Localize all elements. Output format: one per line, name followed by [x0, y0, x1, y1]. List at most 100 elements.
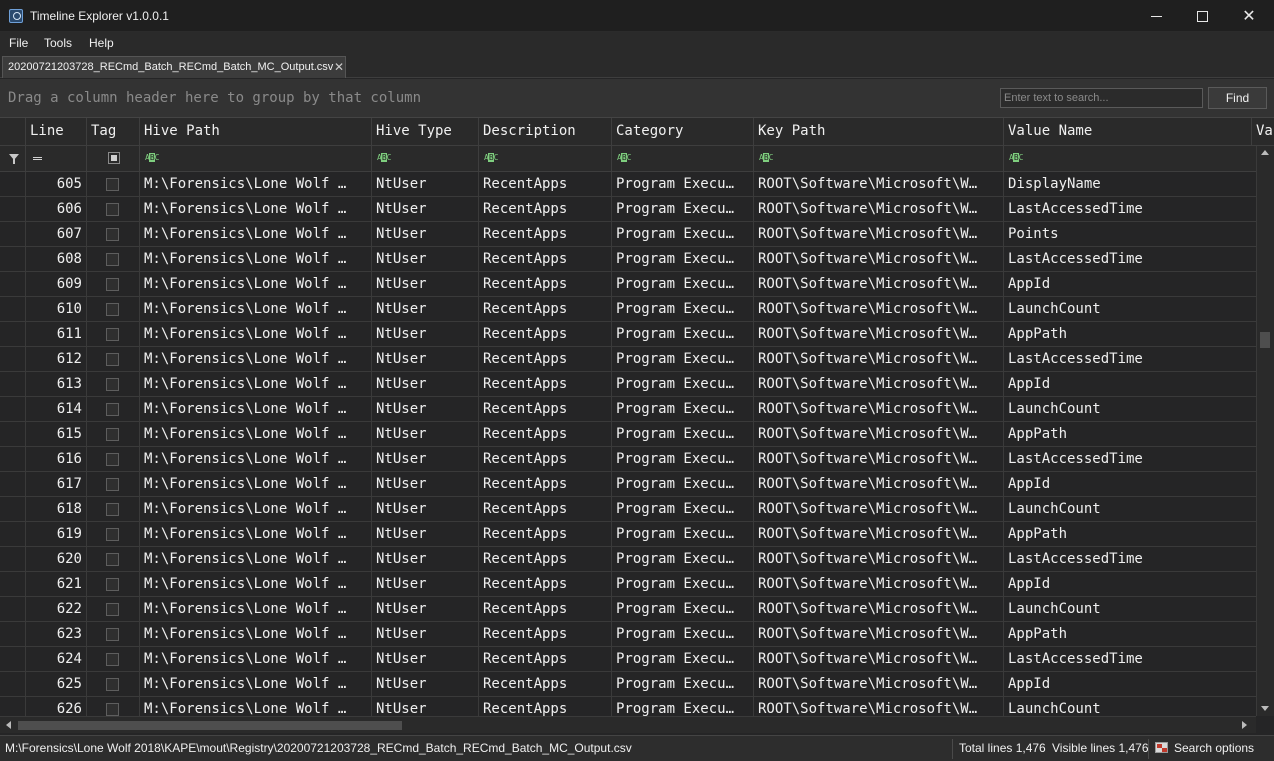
- row-indicator[interactable]: [0, 397, 26, 422]
- table-row[interactable]: 610 M:\Forensics\Lone Wolf … NtUser RecentA…: [0, 297, 1256, 322]
- cell-tag[interactable]: [87, 472, 140, 497]
- column-header-hive-path[interactable]: Hive Path: [140, 118, 372, 146]
- table-row[interactable]: 605 M:\Forensics\Lone Wolf … NtUser RecentA…: [0, 172, 1256, 197]
- table-row[interactable]: 616 M:\Forensics\Lone Wolf … NtUser RecentA…: [0, 447, 1256, 472]
- table-row[interactable]: 620 M:\Forensics\Lone Wolf … NtUser RecentA…: [0, 547, 1256, 572]
- horizontal-scroll-thumb[interactable]: [18, 721, 402, 730]
- row-indicator[interactable]: [0, 372, 26, 397]
- cell-tag[interactable]: [87, 347, 140, 372]
- group-by-hint[interactable]: Drag a column header here to group by th…: [8, 90, 421, 106]
- row-indicator[interactable]: [0, 697, 26, 716]
- cell-tag[interactable]: [87, 197, 140, 222]
- cell-tag[interactable]: [87, 222, 140, 247]
- row-indicator[interactable]: [0, 272, 26, 297]
- column-header-tag[interactable]: Tag: [87, 118, 140, 146]
- cell-tag[interactable]: [87, 447, 140, 472]
- table-row[interactable]: 619 M:\Forensics\Lone Wolf … NtUser RecentA…: [0, 522, 1256, 547]
- filter-cell-description[interactable]: ABC: [479, 146, 612, 172]
- column-header-value-name[interactable]: Value Name: [1004, 118, 1252, 146]
- filter-cell-value-name[interactable]: ABC: [1004, 146, 1256, 172]
- row-indicator[interactable]: [0, 247, 26, 272]
- column-header-category[interactable]: Category: [612, 118, 754, 146]
- tag-checkbox[interactable]: [106, 578, 119, 591]
- row-indicator[interactable]: [0, 547, 26, 572]
- row-indicator[interactable]: [0, 297, 26, 322]
- column-header-hive-type[interactable]: Hive Type: [372, 118, 479, 146]
- filter-cell-hive-path[interactable]: ABC: [140, 146, 372, 172]
- table-row[interactable]: 623 M:\Forensics\Lone Wolf … NtUser RecentA…: [0, 622, 1256, 647]
- tag-checkbox[interactable]: [106, 628, 119, 641]
- search-options-button[interactable]: Search options: [1174, 741, 1254, 755]
- horizontal-scrollbar[interactable]: [0, 716, 1256, 733]
- table-row[interactable]: 625 M:\Forensics\Lone Wolf … NtUser RecentA…: [0, 672, 1256, 697]
- cell-tag[interactable]: [87, 272, 140, 297]
- table-row[interactable]: 612 M:\Forensics\Lone Wolf … NtUser RecentA…: [0, 347, 1256, 372]
- tag-checkbox[interactable]: [106, 453, 119, 466]
- filter-cell-line[interactable]: [26, 146, 87, 172]
- tag-checkbox[interactable]: [106, 353, 119, 366]
- cell-tag[interactable]: [87, 247, 140, 272]
- cell-tag[interactable]: [87, 672, 140, 697]
- table-row[interactable]: 618 M:\Forensics\Lone Wolf … NtUser RecentA…: [0, 497, 1256, 522]
- table-row[interactable]: 611 M:\Forensics\Lone Wolf … NtUser RecentA…: [0, 322, 1256, 347]
- scroll-up-icon[interactable]: [1261, 150, 1269, 155]
- scroll-down-icon[interactable]: [1261, 706, 1269, 711]
- table-row[interactable]: 609 M:\Forensics\Lone Wolf … NtUser RecentA…: [0, 272, 1256, 297]
- row-indicator[interactable]: [0, 322, 26, 347]
- filter-cell-hive-type[interactable]: ABC: [372, 146, 479, 172]
- column-header-line[interactable]: Line: [26, 118, 87, 146]
- cell-tag[interactable]: [87, 172, 140, 197]
- cell-tag[interactable]: [87, 647, 140, 672]
- filter-cell-key-path[interactable]: ABC: [754, 146, 1004, 172]
- table-row[interactable]: 617 M:\Forensics\Lone Wolf … NtUser RecentA…: [0, 472, 1256, 497]
- tag-checkbox[interactable]: [106, 203, 119, 216]
- tag-checkbox[interactable]: [106, 228, 119, 241]
- menu-tools[interactable]: Tools: [44, 36, 72, 50]
- cell-tag[interactable]: [87, 572, 140, 597]
- table-row[interactable]: 626 M:\Forensics\Lone Wolf … NtUser RecentA…: [0, 697, 1256, 716]
- column-header-key-path[interactable]: Key Path: [754, 118, 1004, 146]
- row-indicator[interactable]: [0, 622, 26, 647]
- tab-close-icon[interactable]: ✕: [334, 60, 344, 74]
- close-button[interactable]: ✕: [1226, 0, 1272, 32]
- table-row[interactable]: 615 M:\Forensics\Lone Wolf … NtUser RecentA…: [0, 422, 1256, 447]
- cell-tag[interactable]: [87, 497, 140, 522]
- search-input[interactable]: [1000, 88, 1203, 108]
- row-indicator[interactable]: [0, 597, 26, 622]
- minimize-button[interactable]: [1133, 0, 1179, 32]
- row-indicator[interactable]: [0, 197, 26, 222]
- cell-tag[interactable]: [87, 322, 140, 347]
- row-indicator[interactable]: [0, 447, 26, 472]
- cell-tag[interactable]: [87, 372, 140, 397]
- tag-checkbox[interactable]: [106, 703, 119, 716]
- menu-file[interactable]: File: [9, 36, 28, 50]
- tag-checkbox[interactable]: [106, 603, 119, 616]
- menu-help[interactable]: Help: [89, 36, 114, 50]
- row-indicator[interactable]: [0, 522, 26, 547]
- tag-checkbox[interactable]: [106, 303, 119, 316]
- row-indicator[interactable]: [0, 422, 26, 447]
- tag-checkbox[interactable]: [106, 253, 119, 266]
- tag-checkbox[interactable]: [106, 278, 119, 291]
- tag-checkbox[interactable]: [106, 678, 119, 691]
- row-indicator[interactable]: [0, 672, 26, 697]
- search-options-icon[interactable]: [1155, 742, 1168, 753]
- table-row[interactable]: 608 M:\Forensics\Lone Wolf … NtUser RecentA…: [0, 247, 1256, 272]
- table-row[interactable]: 613 M:\Forensics\Lone Wolf … NtUser RecentA…: [0, 372, 1256, 397]
- vertical-scroll-thumb[interactable]: [1260, 332, 1270, 348]
- tag-checkbox[interactable]: [106, 478, 119, 491]
- table-row[interactable]: 607 M:\Forensics\Lone Wolf … NtUser RecentA…: [0, 222, 1256, 247]
- filter-cell-tag[interactable]: [87, 146, 140, 172]
- tag-checkbox[interactable]: [106, 653, 119, 666]
- cell-tag[interactable]: [87, 697, 140, 716]
- row-indicator[interactable]: [0, 572, 26, 597]
- table-row[interactable]: 622 M:\Forensics\Lone Wolf … NtUser RecentA…: [0, 597, 1256, 622]
- tag-checkbox[interactable]: [106, 328, 119, 341]
- vertical-scrollbar[interactable]: [1256, 146, 1274, 716]
- row-indicator[interactable]: [0, 472, 26, 497]
- table-row[interactable]: 606 M:\Forensics\Lone Wolf … NtUser RecentA…: [0, 197, 1256, 222]
- row-indicator[interactable]: [0, 647, 26, 672]
- cell-tag[interactable]: [87, 297, 140, 322]
- cell-tag[interactable]: [87, 522, 140, 547]
- tag-checkbox[interactable]: [106, 428, 119, 441]
